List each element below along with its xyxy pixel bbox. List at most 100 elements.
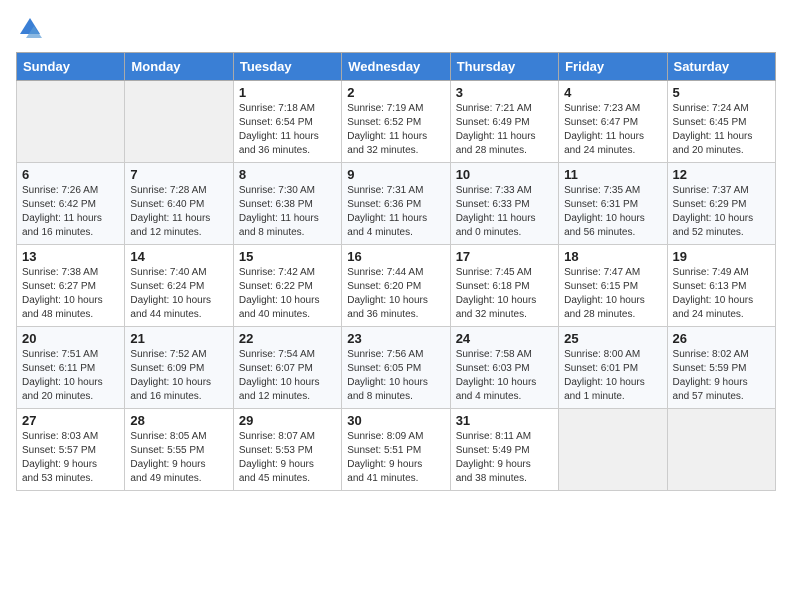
day-header-sunday: Sunday bbox=[17, 53, 125, 81]
day-number: 13 bbox=[22, 249, 119, 264]
calendar-week-2: 6 Sunrise: 7:26 AM Sunset: 6:42 PM Daylig… bbox=[17, 163, 776, 245]
cell-content: Sunrise: 8:07 AM Sunset: 5:53 PM Dayligh… bbox=[239, 430, 336, 486]
cell-content: Sunrise: 7:42 AM Sunset: 6:22 PM Dayligh… bbox=[239, 266, 336, 322]
day-number: 24 bbox=[456, 331, 553, 346]
cell-content: Sunrise: 8:09 AM Sunset: 5:51 PM Dayligh… bbox=[347, 430, 444, 486]
calendar-cell: 16 Sunrise: 7:44 AM Sunset: 6:20 PM Dayli… bbox=[342, 245, 450, 327]
calendar-cell: 23 Sunrise: 7:56 AM Sunset: 6:05 PM Dayli… bbox=[342, 327, 450, 409]
cell-content: Sunrise: 7:44 AM Sunset: 6:20 PM Dayligh… bbox=[347, 266, 444, 322]
cell-content: Sunrise: 7:21 AM Sunset: 6:49 PM Dayligh… bbox=[456, 102, 553, 158]
calendar-header: SundayMondayTuesdayWednesdayThursdayFrid… bbox=[17, 53, 776, 81]
calendar-cell: 2Sunrise: 7:19 AM Sunset: 6:52 PM Daylig… bbox=[342, 81, 450, 163]
calendar-cell: 12Sunrise: 7:37 AM Sunset: 6:29 PM Dayli… bbox=[667, 163, 775, 245]
cell-content: Sunrise: 7:47 AM Sunset: 6:15 PM Dayligh… bbox=[564, 266, 661, 322]
calendar-cell: 5 Sunrise: 7:24 AM Sunset: 6:45 PM Daylig… bbox=[667, 81, 775, 163]
calendar-cell: 25 Sunrise: 8:00 AM Sunset: 6:01 PM Dayli… bbox=[559, 327, 667, 409]
calendar-cell: 4 Sunrise: 7:23 AM Sunset: 6:47 PM Daylig… bbox=[559, 81, 667, 163]
calendar-cell bbox=[559, 409, 667, 491]
day-number: 5 bbox=[673, 85, 770, 100]
calendar-cell: 8Sunrise: 7:30 AM Sunset: 6:38 PM Daylig… bbox=[233, 163, 341, 245]
calendar-week-1: 1 Sunrise: 7:18 AM Sunset: 6:54 PM Daylig… bbox=[17, 81, 776, 163]
calendar-week-5: 27 Sunrise: 8:03 AM Sunset: 5:57 PM Dayli… bbox=[17, 409, 776, 491]
day-header-tuesday: Tuesday bbox=[233, 53, 341, 81]
day-number: 4 bbox=[564, 85, 661, 100]
cell-content: Sunrise: 7:38 AM Sunset: 6:27 PM Dayligh… bbox=[22, 266, 119, 322]
day-number: 6 bbox=[22, 167, 119, 182]
page-header bbox=[16, 16, 776, 40]
calendar-cell bbox=[17, 81, 125, 163]
calendar-cell: 20 Sunrise: 7:51 AM Sunset: 6:11 PM Dayli… bbox=[17, 327, 125, 409]
cell-content: Sunrise: 7:26 AM Sunset: 6:42 PM Dayligh… bbox=[22, 184, 119, 240]
cell-content: Sunrise: 7:28 AM Sunset: 6:40 PM Dayligh… bbox=[130, 184, 227, 240]
day-number: 10 bbox=[456, 167, 553, 182]
day-number: 22 bbox=[239, 331, 336, 346]
cell-content: Sunrise: 7:23 AM Sunset: 6:47 PM Dayligh… bbox=[564, 102, 661, 158]
day-header-saturday: Saturday bbox=[667, 53, 775, 81]
calendar-cell: 21 Sunrise: 7:52 AM Sunset: 6:09 PM Dayli… bbox=[125, 327, 233, 409]
day-number: 23 bbox=[347, 331, 444, 346]
day-number: 11 bbox=[564, 167, 661, 182]
cell-content: Sunrise: 8:02 AM Sunset: 5:59 PM Dayligh… bbox=[673, 348, 770, 404]
day-number: 25 bbox=[564, 331, 661, 346]
cell-content: Sunrise: 7:24 AM Sunset: 6:45 PM Dayligh… bbox=[673, 102, 770, 158]
calendar-cell: 11 Sunrise: 7:35 AM Sunset: 6:31 PM Dayli… bbox=[559, 163, 667, 245]
cell-content: Sunrise: 7:31 AM Sunset: 6:36 PM Dayligh… bbox=[347, 184, 444, 240]
calendar-cell: 19Sunrise: 7:49 AM Sunset: 6:13 PM Dayli… bbox=[667, 245, 775, 327]
calendar-cell: 6 Sunrise: 7:26 AM Sunset: 6:42 PM Daylig… bbox=[17, 163, 125, 245]
cell-content: Sunrise: 7:18 AM Sunset: 6:54 PM Dayligh… bbox=[239, 102, 336, 158]
cell-content: Sunrise: 8:03 AM Sunset: 5:57 PM Dayligh… bbox=[22, 430, 119, 486]
calendar-cell: 26 Sunrise: 8:02 AM Sunset: 5:59 PM Dayli… bbox=[667, 327, 775, 409]
day-number: 16 bbox=[347, 249, 444, 264]
calendar-cell: 7 Sunrise: 7:28 AM Sunset: 6:40 PM Daylig… bbox=[125, 163, 233, 245]
day-number: 27 bbox=[22, 413, 119, 428]
calendar-cell: 30Sunrise: 8:09 AM Sunset: 5:51 PM Dayli… bbox=[342, 409, 450, 491]
calendar-cell: 10 Sunrise: 7:33 AM Sunset: 6:33 PM Dayli… bbox=[450, 163, 558, 245]
calendar-cell: 31 Sunrise: 8:11 AM Sunset: 5:49 PM Dayli… bbox=[450, 409, 558, 491]
calendar-cell: 15 Sunrise: 7:42 AM Sunset: 6:22 PM Dayli… bbox=[233, 245, 341, 327]
day-header-monday: Monday bbox=[125, 53, 233, 81]
cell-content: Sunrise: 8:05 AM Sunset: 5:55 PM Dayligh… bbox=[130, 430, 227, 486]
calendar-cell bbox=[667, 409, 775, 491]
calendar-week-3: 13 Sunrise: 7:38 AM Sunset: 6:27 PM Dayli… bbox=[17, 245, 776, 327]
cell-content: Sunrise: 7:19 AM Sunset: 6:52 PM Dayligh… bbox=[347, 102, 444, 158]
day-number: 7 bbox=[130, 167, 227, 182]
calendar-cell: 22 Sunrise: 7:54 AM Sunset: 6:07 PM Dayli… bbox=[233, 327, 341, 409]
cell-content: Sunrise: 7:33 AM Sunset: 6:33 PM Dayligh… bbox=[456, 184, 553, 240]
calendar-cell: 3 Sunrise: 7:21 AM Sunset: 6:49 PM Daylig… bbox=[450, 81, 558, 163]
calendar-week-4: 20 Sunrise: 7:51 AM Sunset: 6:11 PM Dayli… bbox=[17, 327, 776, 409]
day-header-wednesday: Wednesday bbox=[342, 53, 450, 81]
cell-content: Sunrise: 7:52 AM Sunset: 6:09 PM Dayligh… bbox=[130, 348, 227, 404]
day-number: 31 bbox=[456, 413, 553, 428]
cell-content: Sunrise: 8:11 AM Sunset: 5:49 PM Dayligh… bbox=[456, 430, 553, 486]
day-number: 20 bbox=[22, 331, 119, 346]
day-number: 3 bbox=[456, 85, 553, 100]
day-number: 29 bbox=[239, 413, 336, 428]
day-number: 19 bbox=[673, 249, 770, 264]
day-number: 12 bbox=[673, 167, 770, 182]
calendar-cell: 28Sunrise: 8:05 AM Sunset: 5:55 PM Dayli… bbox=[125, 409, 233, 491]
calendar-table: SundayMondayTuesdayWednesdayThursdayFrid… bbox=[16, 52, 776, 491]
day-number: 8 bbox=[239, 167, 336, 182]
calendar-cell: 14 Sunrise: 7:40 AM Sunset: 6:24 PM Dayli… bbox=[125, 245, 233, 327]
calendar-cell: 17Sunrise: 7:45 AM Sunset: 6:18 PM Dayli… bbox=[450, 245, 558, 327]
cell-content: Sunrise: 7:51 AM Sunset: 6:11 PM Dayligh… bbox=[22, 348, 119, 404]
day-number: 14 bbox=[130, 249, 227, 264]
day-number: 15 bbox=[239, 249, 336, 264]
cell-content: Sunrise: 7:40 AM Sunset: 6:24 PM Dayligh… bbox=[130, 266, 227, 322]
cell-content: Sunrise: 7:58 AM Sunset: 6:03 PM Dayligh… bbox=[456, 348, 553, 404]
day-number: 1 bbox=[239, 85, 336, 100]
cell-content: Sunrise: 7:54 AM Sunset: 6:07 PM Dayligh… bbox=[239, 348, 336, 404]
cell-content: Sunrise: 7:56 AM Sunset: 6:05 PM Dayligh… bbox=[347, 348, 444, 404]
day-header-thursday: Thursday bbox=[450, 53, 558, 81]
calendar-cell: 1 Sunrise: 7:18 AM Sunset: 6:54 PM Daylig… bbox=[233, 81, 341, 163]
logo bbox=[16, 16, 42, 40]
calendar-cell: 27 Sunrise: 8:03 AM Sunset: 5:57 PM Dayli… bbox=[17, 409, 125, 491]
cell-content: Sunrise: 8:00 AM Sunset: 6:01 PM Dayligh… bbox=[564, 348, 661, 404]
day-number: 26 bbox=[673, 331, 770, 346]
day-number: 9 bbox=[347, 167, 444, 182]
cell-content: Sunrise: 7:35 AM Sunset: 6:31 PM Dayligh… bbox=[564, 184, 661, 240]
calendar-cell: 13 Sunrise: 7:38 AM Sunset: 6:27 PM Dayli… bbox=[17, 245, 125, 327]
calendar-cell: 24 Sunrise: 7:58 AM Sunset: 6:03 PM Dayli… bbox=[450, 327, 558, 409]
day-number: 21 bbox=[130, 331, 227, 346]
cell-content: Sunrise: 7:45 AM Sunset: 6:18 PM Dayligh… bbox=[456, 266, 553, 322]
